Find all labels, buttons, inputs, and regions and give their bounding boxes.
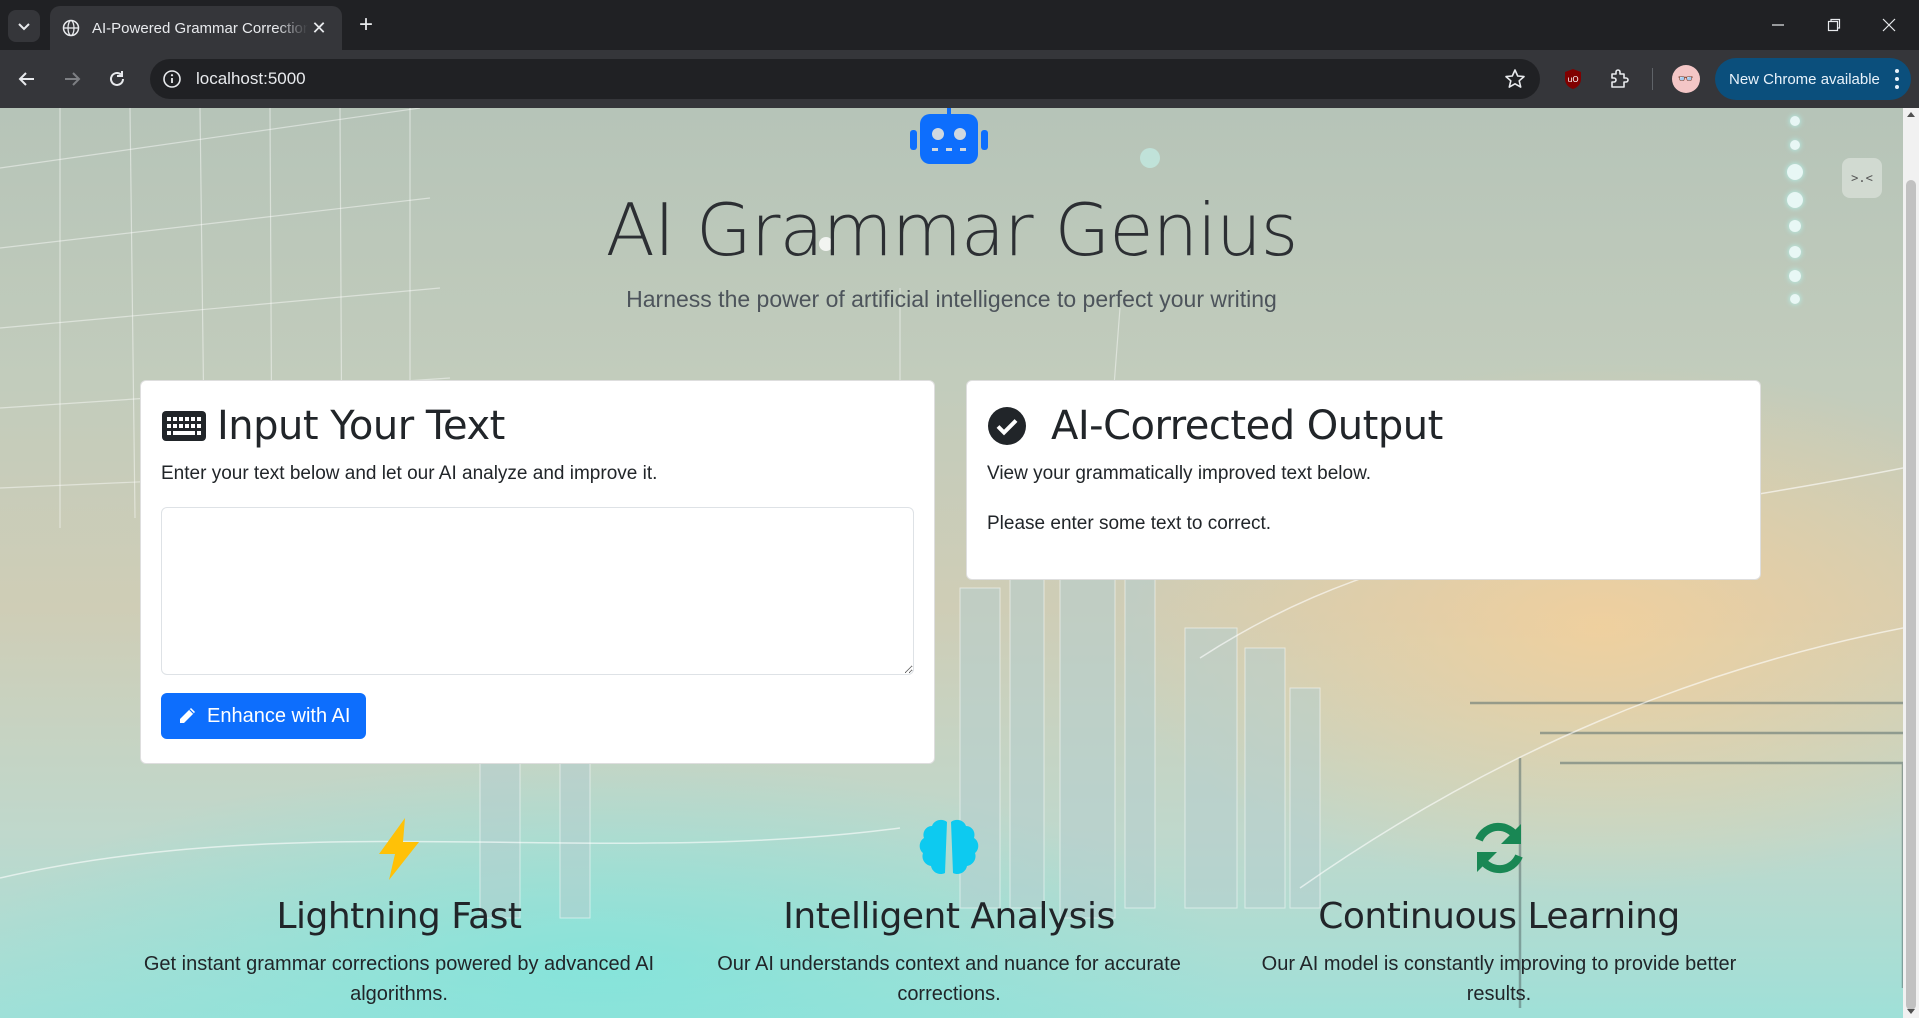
globe-icon: [62, 19, 80, 37]
scroll-up-arrow[interactable]: [1907, 112, 1915, 117]
output-card: AI-Corrected Output View your grammatica…: [966, 380, 1761, 580]
close-window-button[interactable]: [1869, 10, 1909, 40]
address-bar[interactable]: localhost:5000: [150, 59, 1540, 99]
extensions-puzzle-icon[interactable]: [1608, 67, 1632, 91]
text-input-area[interactable]: [161, 507, 914, 675]
output-card-heading: AI-Corrected Output: [1051, 403, 1443, 449]
feature-intelligent-analysis: Intelligent Analysis Our AI understands …: [689, 818, 1209, 1009]
corrected-output-text: Please enter some text to correct.: [987, 513, 1272, 534]
more-options-icon[interactable]: [1895, 69, 1899, 89]
address-url[interactable]: localhost:5000: [196, 69, 306, 89]
feature-title: Lightning Fast: [276, 896, 522, 937]
check-circle-icon: [988, 407, 1026, 445]
output-card-description: View your grammatically improved text be…: [987, 463, 1372, 484]
page-subtitle: Harness the power of artificial intellig…: [626, 286, 1277, 312]
arrow-left-icon: [18, 72, 34, 86]
arrow-right-icon: [65, 72, 81, 86]
input-card: Input Your Text Enter your text below an…: [140, 380, 935, 764]
scroll-down-arrow[interactable]: [1907, 1009, 1915, 1014]
minimize-icon: [1772, 24, 1784, 26]
reload-button[interactable]: [101, 63, 133, 95]
scrollbar-thumb[interactable]: [1906, 180, 1916, 1010]
feature-continuous-learning: Continuous Learning Our AI model is cons…: [1239, 818, 1759, 1009]
reload-icon: [110, 71, 124, 86]
ublock-extension-icon[interactable]: uO: [1563, 68, 1583, 90]
restore-icon: [1827, 18, 1841, 32]
update-chrome-button[interactable]: New Chrome available: [1715, 58, 1911, 100]
chevron-down-icon: [18, 23, 30, 31]
feature-text: Get instant grammar corrections powered …: [143, 953, 655, 1005]
browser-tab-active[interactable]: AI-Powered Grammar Correction ✕: [50, 6, 342, 50]
feature-lightning-fast: Lightning Fast Get instant grammar corre…: [139, 818, 659, 1009]
sync-icon: [1475, 822, 1523, 874]
svg-text:uO: uO: [1567, 75, 1578, 84]
profile-avatar[interactable]: 👓: [1672, 65, 1700, 93]
feature-text: Our AI model is constantly improving to …: [1261, 953, 1737, 1005]
pencil-icon: [180, 708, 195, 723]
minimize-window-button[interactable]: [1758, 10, 1798, 40]
restore-window-button[interactable]: [1814, 10, 1854, 40]
close-tab-icon[interactable]: ✕: [308, 17, 330, 39]
tab-title: AI-Powered Grammar Correction: [92, 19, 308, 37]
tab-search-button[interactable]: [8, 10, 40, 42]
feature-title: Continuous Learning: [1318, 896, 1680, 937]
back-button[interactable]: [11, 63, 43, 95]
keyboard-icon: [162, 411, 206, 441]
input-card-description: Enter your text below and let our AI ana…: [161, 463, 658, 484]
input-card-heading: Input Your Text: [217, 403, 505, 449]
toolbar-separator: [1652, 68, 1653, 90]
feature-text: Our AI understands context and nuance fo…: [717, 953, 1181, 1005]
update-chrome-label: New Chrome available: [1729, 70, 1880, 88]
feature-title: Intelligent Analysis: [783, 896, 1115, 937]
page-viewport: >.< AI Grammar Genius Harness the power …: [0, 108, 1903, 1018]
site-info-icon[interactable]: [162, 69, 182, 89]
enhance-with-ai-button[interactable]: Enhance with AI: [161, 693, 367, 739]
enhance-button-label: Enhance with AI: [207, 704, 351, 727]
close-icon: [1882, 18, 1896, 32]
bookmark-star-icon[interactable]: [1504, 68, 1526, 90]
robot-icon: [910, 108, 988, 164]
brain-icon: [919, 819, 979, 875]
forward-button[interactable]: [56, 63, 88, 95]
page-scrollbar[interactable]: [1903, 108, 1919, 1018]
new-tab-button[interactable]: +: [353, 13, 379, 39]
browser-tabstrip: AI-Powered Grammar Correction ✕ +: [0, 0, 1919, 50]
page-title: AI Grammar Genius: [605, 188, 1299, 272]
bolt-icon: [379, 818, 419, 880]
